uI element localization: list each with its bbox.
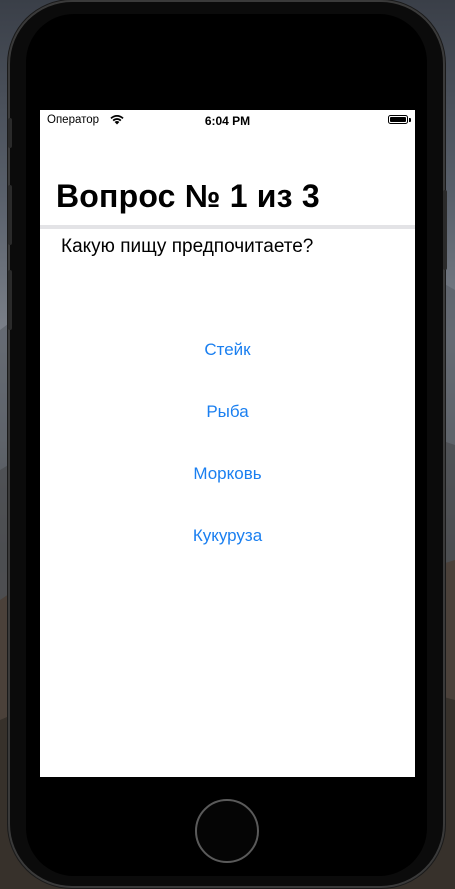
- answer-button-steak[interactable]: Стейк: [40, 332, 415, 368]
- answer-button-corn[interactable]: Кукуруза: [40, 518, 415, 554]
- navbar-divider: [40, 225, 415, 229]
- status-bar: Оператор 6:04 PM: [40, 110, 415, 130]
- power-button: [443, 190, 447, 270]
- volume-down-button: [8, 270, 12, 330]
- status-time: 6:04 PM: [204, 114, 251, 128]
- battery-icon: [388, 115, 408, 124]
- question-label: Какую пищу предпочитаете?: [61, 236, 314, 257]
- battery-level: [390, 117, 406, 122]
- answer-button-carrot[interactable]: Морковь: [40, 456, 415, 492]
- mute-switch: [8, 118, 12, 148]
- battery-tip: [409, 118, 411, 122]
- page-title: Вопрос № 1 из 3: [56, 178, 320, 214]
- volume-up-button: [8, 185, 12, 245]
- app-screen: Оператор 6:04 PM Вопрос № 1 из 3 Какую п…: [40, 110, 415, 777]
- answer-button-fish[interactable]: Рыба: [40, 394, 415, 430]
- home-button[interactable]: [195, 799, 259, 863]
